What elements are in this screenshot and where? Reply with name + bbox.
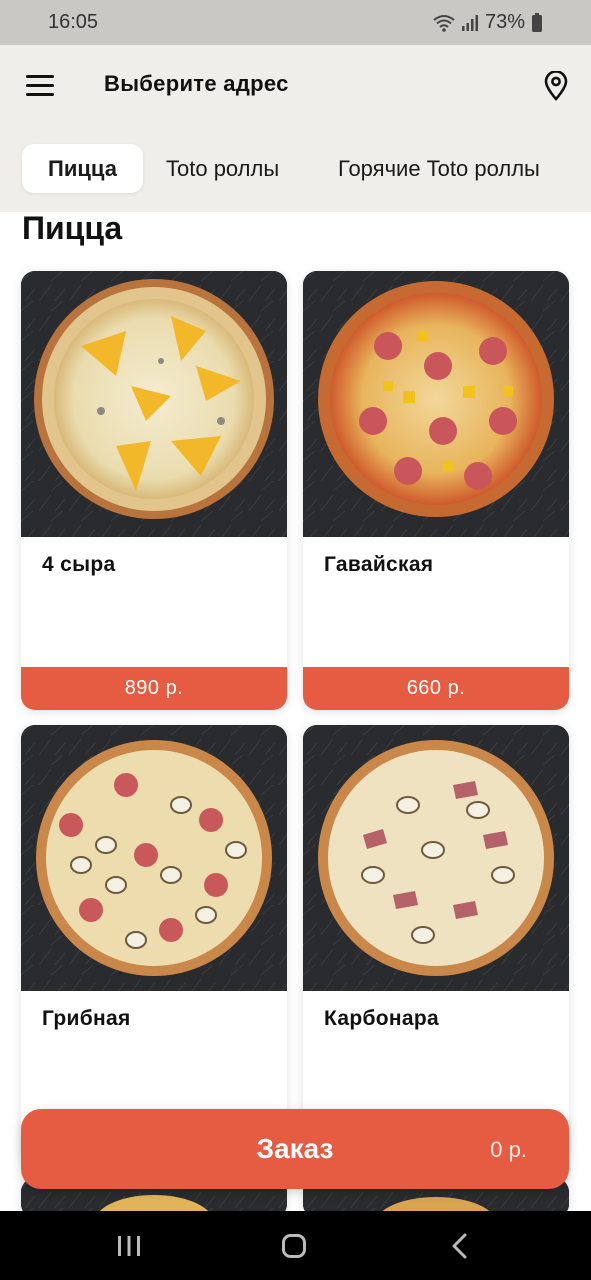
wifi-icon [433,14,455,32]
home-icon[interactable] [254,1211,334,1280]
product-image [21,725,287,991]
product-name: Гавайская [324,553,434,576]
product-card[interactable]: Гавайская 660 р. [303,271,569,710]
product-image [303,725,569,991]
price-button[interactable]: 660 р. [303,667,569,710]
order-label: Заказ [256,1133,334,1164]
status-bar: 16:05 73% [0,0,591,45]
status-icons: 73% [433,11,543,34]
battery-percent: 73% [484,11,525,33]
section-title: Пицца [22,210,123,246]
address-selector[interactable]: Выберите адрес [104,71,289,97]
app-header: Выберите адрес [0,45,591,127]
product-image [21,271,287,537]
category-tabs: Пицца Toto роллы Горячие Toto роллы [0,144,591,194]
product-image [303,271,569,537]
status-time: 16:05 [48,11,99,33]
menu-icon[interactable] [26,75,54,97]
location-pin-icon[interactable] [543,70,569,106]
recent-apps-icon[interactable] [89,1211,169,1280]
order-button[interactable]: Заказ 0 р. [21,1109,569,1189]
top-area: Выберите адрес Пицца Toto роллы Горячие … [0,45,591,212]
tab-toto-rolls[interactable]: Toto роллы [166,144,279,193]
product-name: Грибная [42,1007,131,1030]
product-card[interactable]: Грибная [21,725,287,1164]
product-card[interactable]: 4 сыра 890 р. [21,271,287,710]
product-card[interactable]: Карбонара [303,725,569,1164]
back-icon[interactable] [420,1211,500,1280]
tab-pizza[interactable]: Пицца [22,144,143,193]
product-name: Карбонара [324,1007,439,1030]
product-name: 4 сыра [42,553,116,576]
signal-icon [461,14,479,32]
order-total: 0 р. [490,1137,527,1162]
price-button[interactable]: 890 р. [21,667,287,710]
system-nav-bar [0,1211,591,1280]
battery-icon [531,12,543,33]
tab-hot-toto-rolls[interactable]: Горячие Toto роллы [338,144,540,193]
